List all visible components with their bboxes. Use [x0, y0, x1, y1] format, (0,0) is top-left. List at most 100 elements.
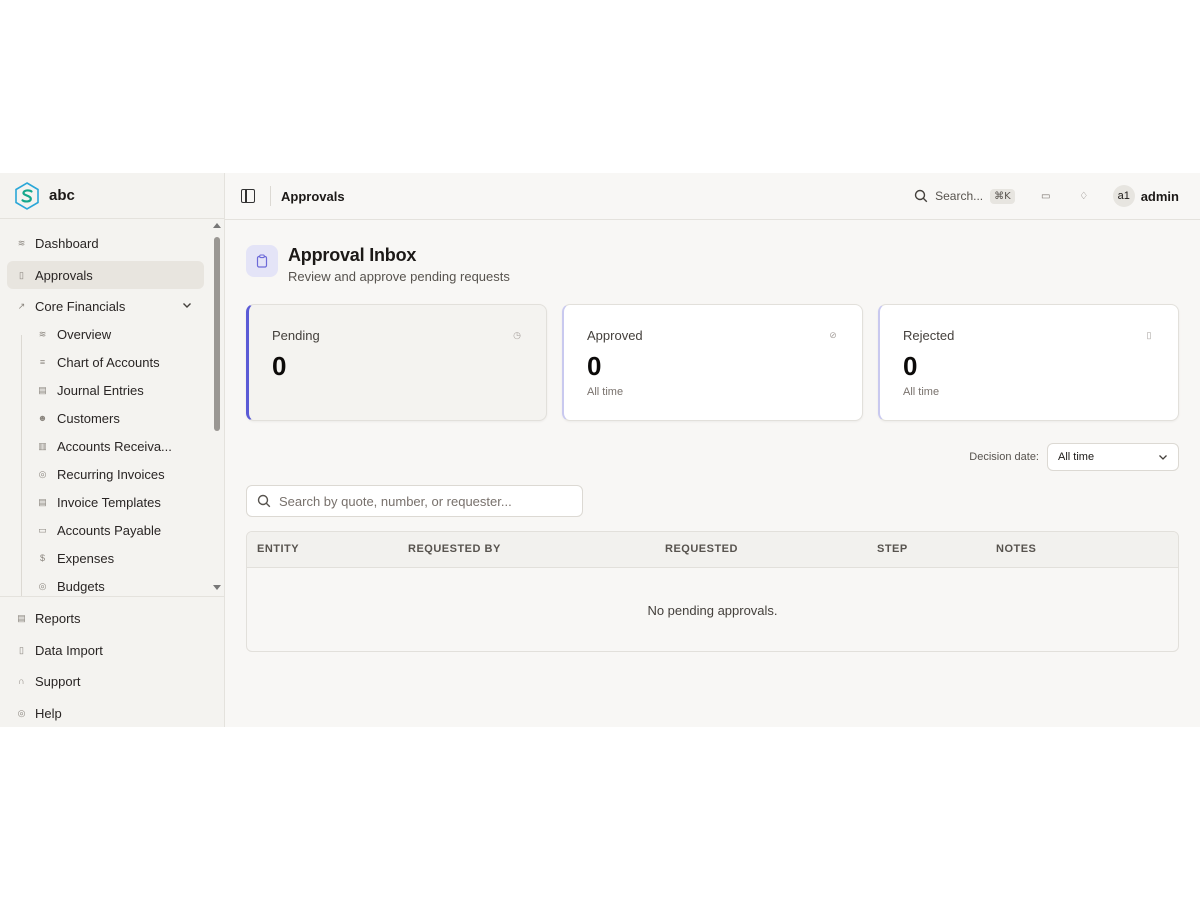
monitor-icon[interactable]: ▭: [1039, 189, 1053, 203]
chevron-down-icon: [183, 303, 191, 308]
expense-icon: $: [39, 552, 45, 563]
decision-date-label: Decision date:: [969, 451, 1039, 463]
scrollbar-thumb[interactable]: [214, 237, 220, 431]
decision-date-filter: Decision date: All time: [969, 443, 1179, 471]
avatar[interactable]: a1: [1112, 185, 1135, 207]
sidebar-item-data-import[interactable]: ▯ Data Import: [7, 636, 204, 664]
approval-search[interactable]: [246, 485, 583, 517]
recurring-icon: ◎: [38, 468, 47, 479]
column-header-step[interactable]: STEP: [877, 543, 908, 555]
report-icon: ▤: [17, 612, 26, 623]
sidebar-item-accounts-receivable[interactable]: ▥ Accounts Receiva...: [29, 433, 199, 459]
sidebar: abc ≋ Dashboard ▯ Approvals ↗ Core Finan…: [0, 173, 225, 727]
stat-card-label: Approved: [587, 328, 643, 343]
user-name[interactable]: admin: [1141, 189, 1179, 204]
sidebar-toggle-icon[interactable]: [241, 189, 255, 203]
page-header: Approval Inbox Review and approve pendin…: [246, 245, 510, 284]
template-icon: ▤: [38, 496, 47, 507]
help-icon: ◎: [17, 707, 26, 718]
sidebar-item-customers[interactable]: ☻ Customers: [29, 405, 199, 431]
sidebar-item-label: Core Financials: [35, 298, 126, 314]
stat-card-approved[interactable]: Approved ⊘ 0 All time: [562, 304, 863, 421]
sidebar-item-label: Expenses: [57, 550, 115, 566]
sidebar-item-label: Customers: [57, 410, 120, 426]
sidebar-item-label: Recurring Invoices: [57, 466, 165, 482]
app-window: abc ≋ Dashboard ▯ Approvals ↗ Core Finan…: [0, 173, 1200, 727]
sidebar-item-label: Accounts Receiva...: [57, 438, 172, 454]
empty-state-message: No pending approvals.: [647, 602, 778, 618]
import-icon: ▯: [19, 644, 24, 655]
brand[interactable]: abc: [0, 173, 224, 219]
scroll-down-arrow-icon[interactable]: [213, 585, 221, 590]
headset-icon: ∩: [18, 675, 25, 686]
sidebar-item-overview[interactable]: ≋ Overview: [29, 321, 199, 347]
stat-card-value: 0: [272, 351, 287, 381]
sidebar-item-core-financials[interactable]: ↗ Core Financials: [7, 292, 204, 320]
sidebar-item-journal-entries[interactable]: ▤ Journal Entries: [29, 377, 199, 403]
trash-icon: ▯: [1146, 330, 1152, 340]
receivable-icon: ▥: [38, 440, 47, 451]
sidebar-item-label: Support: [35, 673, 81, 689]
dashboard-icon: ≋: [17, 237, 26, 248]
sidebar-item-chart-of-accounts[interactable]: ≡ Chart of Accounts: [29, 349, 199, 375]
scroll-up-arrow-icon[interactable]: [213, 223, 221, 228]
sidebar-item-label: Chart of Accounts: [57, 354, 160, 370]
topbar-divider: [270, 186, 271, 206]
sidebar-item-label: Data Import: [35, 642, 103, 658]
check-circle-icon: ⊘: [829, 330, 837, 340]
stat-card-label: Rejected: [903, 328, 955, 343]
sidebar-item-expenses[interactable]: $ Expenses: [29, 545, 199, 571]
sidebar-item-label: Dashboard: [35, 235, 99, 251]
column-header-entity[interactable]: ENTITY: [257, 543, 299, 555]
decision-date-select[interactable]: All time: [1047, 443, 1179, 471]
budget-icon: ◎: [38, 580, 47, 591]
global-search-label: Search...: [935, 189, 984, 203]
sidebar-item-help[interactable]: ◎ Help: [7, 699, 204, 727]
sidebar-item-recurring-invoices[interactable]: ◎ Recurring Invoices: [29, 461, 199, 487]
approvals-table: ENTITY REQUESTED BY REQUESTED STEP NOTES…: [246, 531, 1179, 652]
sidebar-item-label: Overview: [57, 326, 112, 342]
overview-icon: ≋: [38, 328, 47, 339]
column-header-notes[interactable]: NOTES: [996, 543, 1036, 555]
stat-card-note: All time: [587, 386, 624, 398]
stat-card-value: 0: [587, 351, 602, 381]
sidebar-item-label: Invoice Templates: [57, 494, 161, 510]
search-input[interactable]: [279, 493, 569, 509]
sidebar-item-budgets[interactable]: ◎ Budgets: [29, 573, 199, 597]
sidebar-item-label: Help: [35, 705, 62, 721]
payable-icon: ▭: [38, 524, 47, 535]
submenu-rail: [21, 335, 22, 597]
brand-name: abc: [49, 187, 75, 204]
bell-icon[interactable]: ♢: [1077, 189, 1091, 203]
sidebar-item-label: Accounts Payable: [57, 522, 162, 538]
sidebar-item-approvals[interactable]: ▯ Approvals: [7, 261, 204, 289]
sidebar-item-invoice-templates[interactable]: ▤ Invoice Templates: [29, 489, 199, 515]
main-content: Approvals Search... ⌘K ▭ ♢ a1 admin Appr…: [225, 173, 1200, 727]
stat-card-rejected[interactable]: Rejected ▯ 0 All time: [878, 304, 1179, 421]
column-header-requested-by[interactable]: REQUESTED BY: [408, 543, 501, 555]
trend-icon: ↗: [17, 300, 26, 311]
column-header-requested[interactable]: REQUESTED: [665, 543, 738, 555]
chevron-down-icon: [1159, 455, 1167, 460]
page-title: Approval Inbox: [288, 245, 417, 265]
global-search-button[interactable]: Search... ⌘K: [914, 188, 1015, 204]
search-icon: [914, 189, 928, 203]
logo-icon: [15, 181, 39, 210]
search-icon: [257, 494, 271, 508]
sidebar-item-support[interactable]: ∩ Support: [7, 667, 204, 695]
sidebar-item-label: Journal Entries: [57, 382, 144, 398]
topbar: Approvals Search... ⌘K ▭ ♢ a1 admin: [225, 173, 1200, 220]
stat-card-value: 0: [903, 351, 918, 381]
sidebar-item-dashboard[interactable]: ≋ Dashboard: [7, 229, 204, 257]
clipboard-icon: [246, 245, 278, 277]
sidebar-footer: ▤ Reports ▯ Data Import ∩ Support ◎ Help: [0, 596, 225, 727]
sidebar-scrollbar[interactable]: [212, 221, 222, 596]
stat-card-note: All time: [903, 386, 940, 398]
topbar-actions: Search... ⌘K ▭ ♢ a1 admin: [914, 173, 1179, 219]
stat-card-pending[interactable]: Pending ◷ 0: [246, 304, 547, 421]
journal-icon: ▤: [38, 384, 47, 395]
breadcrumb: Approvals: [281, 188, 345, 204]
sidebar-item-label: Reports: [35, 610, 81, 626]
sidebar-item-accounts-payable[interactable]: ▭ Accounts Payable: [29, 517, 199, 543]
sidebar-item-reports[interactable]: ▤ Reports: [7, 604, 204, 632]
